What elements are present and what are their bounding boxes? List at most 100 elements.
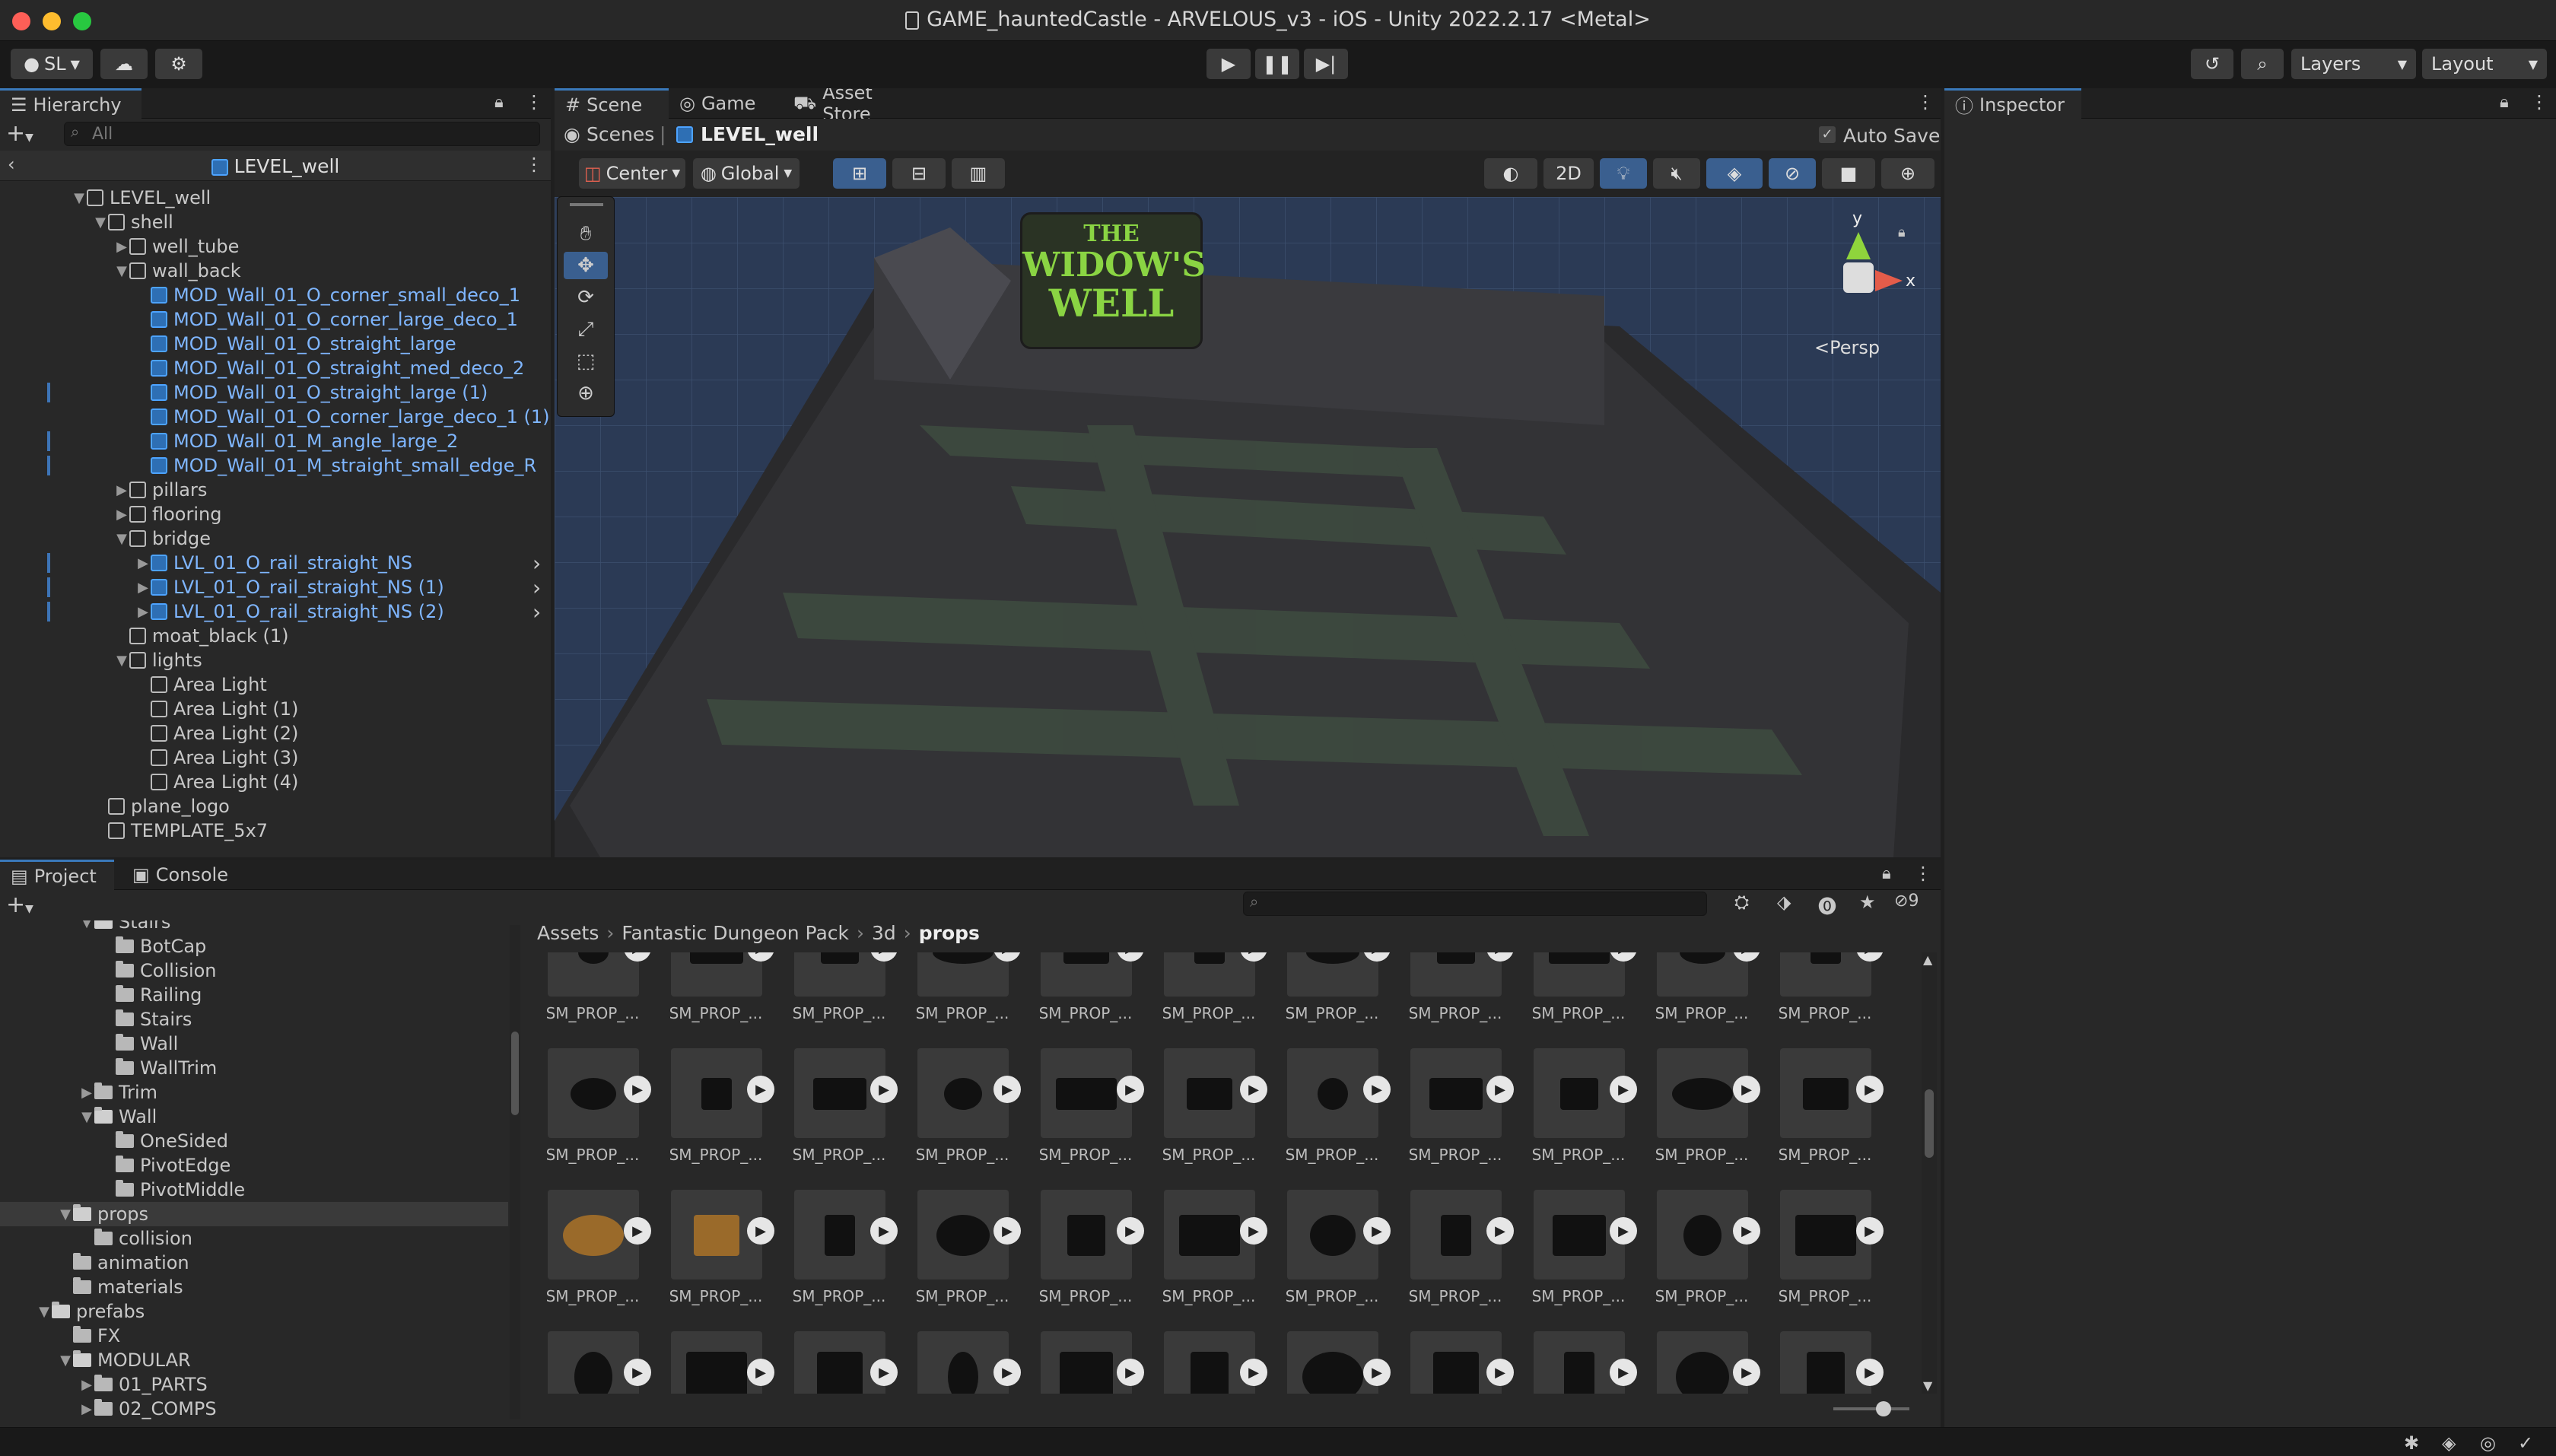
pivot-mode-dropdown[interactable]: ◫ Center ▼	[579, 158, 685, 189]
expand-asset-icon[interactable]: ▶	[993, 1217, 1021, 1245]
project-folder-row[interactable]: collision	[0, 1226, 508, 1251]
move-tool[interactable]: ✥	[564, 252, 608, 279]
asset-item[interactable]: ▶SM_PROP_...	[1518, 1048, 1637, 1170]
grid-snap-button[interactable]: ⊞	[833, 158, 886, 189]
asset-item[interactable]: ▶SM_PROP_...	[656, 1048, 774, 1170]
camera-dropdown[interactable]: ■	[1822, 158, 1875, 189]
expand-asset-icon[interactable]: ▶	[747, 1217, 774, 1245]
expand-asset-icon[interactable]: ▶	[1240, 1359, 1267, 1386]
cloud-button[interactable]: ☁	[100, 49, 148, 79]
expand-asset-icon[interactable]: ▶	[870, 1076, 898, 1103]
hierarchy-row[interactable]: MOD_Wall_01_O_straight_large	[0, 332, 551, 356]
expand-toggle-icon[interactable]: ▶	[114, 507, 129, 523]
expand-toggle-icon[interactable]: ▶	[79, 1085, 94, 1101]
expand-toggle-icon[interactable]: ▶	[135, 604, 151, 620]
project-folder-row[interactable]: PivotEdge	[0, 1153, 508, 1178]
expand-asset-icon[interactable]: ▶	[870, 1217, 898, 1245]
project-folder-row[interactable]: Collision	[0, 958, 508, 983]
hierarchy-row[interactable]: MOD_Wall_01_O_corner_small_deco_1	[0, 283, 551, 307]
gizmos-dropdown[interactable]: ⊕	[1881, 158, 1934, 189]
asset-item[interactable]: ▶SM_PROP_...	[1149, 1190, 1267, 1311]
asset-item[interactable]: ▶	[1518, 1331, 1637, 1394]
tab-hierarchy[interactable]: ☰ Hierarchy	[0, 88, 141, 119]
expand-toggle-icon[interactable]: ▼	[37, 1304, 52, 1320]
expand-asset-icon[interactable]: ▶	[1363, 1076, 1391, 1103]
expand-asset-icon[interactable]: ▶	[1117, 1217, 1144, 1245]
project-folder-row[interactable]: WallTrim	[0, 1056, 508, 1080]
favorite-star-icon[interactable]: ★	[1859, 892, 1876, 913]
project-folder-row[interactable]: ▼ props	[0, 1202, 508, 1226]
background-tasks-icon[interactable]: ✓	[2518, 1432, 2533, 1454]
project-folder-row[interactable]: ▼ Wall	[0, 1105, 508, 1129]
create-asset-button[interactable]: +▼	[6, 892, 52, 919]
asset-item[interactable]: ▶SM_PROP_...	[1272, 1190, 1391, 1311]
tab-game[interactable]: ◎ Game	[669, 88, 783, 119]
layers-dropdown[interactable]: Layers ▼	[2291, 49, 2416, 79]
effects-toggle[interactable]: ◈	[1706, 158, 1763, 189]
hierarchy-row[interactable]: MOD_Wall_01_O_straight_med_deco_2	[0, 356, 551, 380]
expand-asset-icon[interactable]: ▶	[1117, 1076, 1144, 1103]
pause-button[interactable]: ❚❚	[1255, 49, 1299, 79]
axis-y-cone[interactable]	[1846, 232, 1871, 259]
scroll-down-icon[interactable]: ▼	[1923, 1378, 1932, 1393]
asset-item[interactable]: ▶SM_PROP_...	[1642, 1190, 1760, 1311]
project-search-input[interactable]: ⌕	[1243, 892, 1707, 916]
expand-toggle-icon[interactable]: ▶	[135, 555, 151, 571]
project-folder-row[interactable]: BotCap	[0, 934, 508, 958]
gizmo-center[interactable]	[1843, 262, 1874, 293]
hierarchy-row[interactable]: MOD_Wall_01_O_corner_large_deco_1 (1)	[0, 405, 551, 429]
more-options-icon[interactable]: ⋮	[2530, 91, 2548, 113]
axis-x-cone[interactable]	[1875, 270, 1903, 291]
expand-asset-icon[interactable]: ▶	[1240, 1076, 1267, 1103]
expand-toggle-icon[interactable]: ▼	[79, 920, 94, 930]
asset-item[interactable]: ▶	[1272, 1331, 1391, 1394]
hierarchy-row[interactable]: Area Light (4)	[0, 770, 551, 794]
warning-filter-icon[interactable]: ⓿	[1818, 892, 1836, 918]
hierarchy-row[interactable]: MOD_Wall_01_M_straight_small_edge_R	[0, 453, 551, 478]
asset-item[interactable]: ▶SM_PROP_...	[1765, 1190, 1884, 1311]
hierarchy-row[interactable]: Area Light (3)	[0, 745, 551, 770]
breadcrumb-scenes[interactable]: Scenes	[587, 123, 654, 145]
expand-asset-icon[interactable]: ▶	[1610, 1076, 1637, 1103]
account-button[interactable]: ● SL ▼	[11, 49, 93, 79]
asset-item[interactable]: ▶SM_PROP_...	[532, 952, 651, 1028]
asset-item[interactable]: ▶SM_PROP_...	[1149, 952, 1267, 1028]
project-folder-row[interactable]: Stairs	[0, 1007, 508, 1032]
hierarchy-row[interactable]: Area Light (2)	[0, 721, 551, 745]
expand-asset-icon[interactable]: ▶	[1240, 1217, 1267, 1245]
hierarchy-row[interactable]: TEMPLATE_5x7	[0, 819, 551, 843]
drag-handle[interactable]	[570, 203, 603, 206]
asset-item[interactable]: ▶SM_PROP_...	[1025, 1190, 1144, 1311]
asset-item[interactable]: ▶SM_PROP_...	[1642, 1048, 1760, 1170]
project-folder-row[interactable]: Wall	[0, 1032, 508, 1056]
perspective-toggle[interactable]: <Persp	[1814, 337, 1880, 358]
expand-asset-icon[interactable]: ▶	[1486, 1217, 1514, 1245]
asset-item[interactable]: ▶SM_PROP_...	[1025, 952, 1144, 1028]
more-options-icon[interactable]: ⋮	[525, 154, 543, 175]
lock-icon[interactable]: 🔒︎	[1898, 224, 1906, 240]
hierarchy-row[interactable]: ▼ bridge	[0, 526, 551, 551]
project-folder-row[interactable]: ▼ MODULAR	[0, 1348, 508, 1372]
ruler-button[interactable]: ▥	[952, 158, 1005, 189]
hierarchy-row[interactable]: ▶ LVL_01_O_rail_straight_NS ›	[0, 551, 551, 576]
expand-asset-icon[interactable]: ▶	[1856, 1217, 1884, 1245]
space-dropdown[interactable]: ◍ Global ▼	[693, 158, 800, 189]
asset-item[interactable]: ▶	[779, 1331, 898, 1394]
lock-icon[interactable]: 🔒︎	[494, 93, 504, 112]
expand-toggle-icon[interactable]: ▶	[79, 1377, 94, 1393]
asset-item[interactable]: ▶SM_PROP_...	[1518, 1190, 1637, 1311]
hierarchy-row[interactable]: MOD_Wall_01_O_corner_large_deco_1	[0, 307, 551, 332]
scene-header[interactable]: ‹ LEVEL_well ⋮	[0, 151, 551, 181]
hierarchy-row[interactable]: ▼ wall_back	[0, 259, 551, 283]
asset-item[interactable]: ▶	[1642, 1331, 1760, 1394]
asset-item[interactable]: ▶	[532, 1331, 651, 1394]
expand-asset-icon[interactable]: ▶	[1733, 1076, 1760, 1103]
history-button[interactable]: ↺	[2191, 49, 2233, 79]
hierarchy-row[interactable]: moat_black (1)	[0, 624, 551, 648]
scale-tool[interactable]: ⤢	[564, 316, 608, 343]
project-folder-row[interactable]: materials	[0, 1275, 508, 1299]
hand-tool[interactable]: ✋︎	[564, 220, 608, 247]
asset-item[interactable]: ▶SM_PROP_...	[656, 952, 774, 1028]
audio-toggle[interactable]: 🔇︎	[1653, 158, 1700, 189]
hierarchy-row[interactable]: ▶ LVL_01_O_rail_straight_NS (1) ›	[0, 575, 551, 600]
